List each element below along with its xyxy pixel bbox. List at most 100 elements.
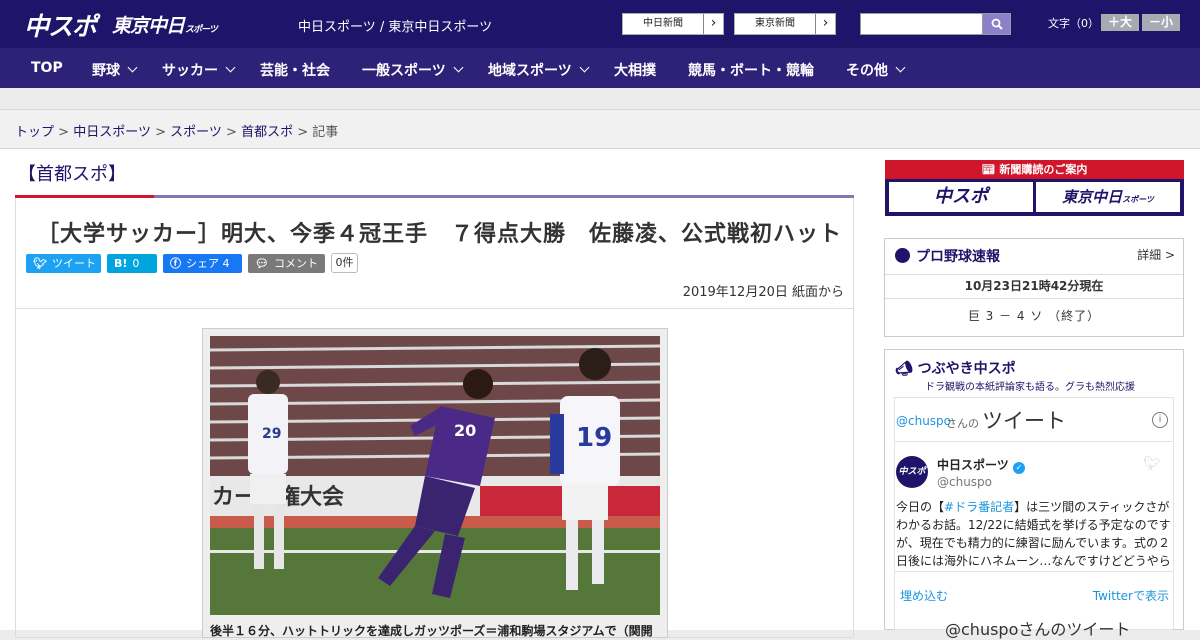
nav-item-entertainment[interactable]: 芸能・社会 — [260, 60, 330, 80]
nav-item-soccer[interactable]: サッカー — [162, 60, 236, 80]
breadcrumb-sports[interactable]: スポーツ — [170, 125, 222, 140]
avatar[interactable]: 中スポ — [896, 456, 928, 488]
breadcrumb-shuto-supo[interactable]: 首都スポ — [241, 125, 293, 140]
nav-label: 一般スポーツ — [362, 63, 446, 79]
twitter-bird-icon: 🐦︎ — [33, 257, 47, 270]
baseball-icon — [895, 248, 910, 263]
spacer-strip — [0, 88, 1200, 110]
breadcrumb-chunichi-sports[interactable]: 中日スポーツ — [73, 125, 151, 140]
ext-link-label: 中日新聞 — [643, 18, 683, 29]
breadcrumb-current: 記事 — [312, 125, 339, 140]
breadcrumb-top[interactable]: トップ — [15, 125, 54, 140]
article-headline: ［大学サッカー］明大、今季４冠王手 ７得点大勝 佐藤凌、公式戦初ハット — [37, 222, 843, 247]
promo-tokyo-small: スポーツ — [1122, 195, 1154, 204]
chuspo-logo[interactable]: 中スポ — [24, 7, 97, 43]
info-icon[interactable]: i — [1152, 412, 1168, 428]
comment-button[interactable]: 💬︎ コメント — [248, 254, 325, 273]
ext-link-label: 東京新聞 — [755, 18, 795, 29]
chevron-down-icon — [895, 62, 906, 73]
tokyo-logo-main: 東京中日 — [112, 15, 185, 37]
search-icon — [991, 18, 1003, 30]
tweet-text: 今日の【#ドラ番記者】は三ツ間のスティックさがわかるお話。12/22に結婚式を挙… — [896, 498, 1172, 569]
nav-label: 芸能・社会 — [260, 63, 330, 79]
site-links[interactable]: 中日スポーツ / 東京中日スポーツ — [298, 16, 492, 35]
facebook-share-button[interactable]: ⓕ シェア 4 — [163, 254, 242, 273]
baseball-title: プロ野球速報 — [895, 246, 1000, 266]
verified-icon: ✓ — [1012, 462, 1025, 474]
svg-text:29: 29 — [262, 426, 281, 442]
search-button[interactable] — [982, 13, 1011, 35]
hatena-bookmark-button[interactable]: B! 0 — [107, 254, 157, 273]
svg-text:20: 20 — [454, 421, 476, 440]
account-handle[interactable]: @chuspo — [937, 475, 992, 489]
facebook-icon: ⓕ — [170, 257, 181, 270]
hatena-bookmark-icon: B! — [114, 257, 128, 270]
category-title: 【首都スポ】 — [18, 164, 126, 185]
twitter-widget: @chuspo さんの ツイート i 中スポ 中日スポーツ ✓ @chuspo … — [894, 397, 1174, 639]
nav-item-sumo[interactable]: 大相撲 — [614, 60, 656, 80]
comment-label: コメント — [273, 257, 318, 270]
tokyo-logo-small: スポーツ — [185, 25, 218, 35]
site-header: 中スポ 東京中日スポーツ 中日スポーツ / 東京中日スポーツ 中日新聞 › 東京… — [0, 0, 1200, 48]
widget-suffix: さんの — [946, 417, 979, 430]
chevron-down-icon — [127, 62, 138, 73]
speech-bubble-icon: 💬︎ — [255, 257, 269, 270]
subscription-banner[interactable]: 📰︎ 新聞購読のご案内 中スポ 東京中日スポーツ — [885, 160, 1184, 216]
article-photo[interactable]: カー 権大会 29 20 19 — [202, 328, 668, 638]
tweet-text-pre: 今日の【 — [896, 500, 945, 514]
tweets-title-text: つぶやき中スポ — [917, 361, 1016, 377]
nav-item-local-sports[interactable]: 地域スポーツ — [488, 60, 590, 80]
breadcrumb-separator: > — [297, 125, 309, 140]
tokyo-shimbun-link[interactable]: 東京新聞 › — [734, 13, 836, 35]
tweets-title: 📣︎ つぶやき中スポ — [895, 358, 1016, 378]
facebook-share-label: シェア — [186, 257, 219, 270]
widget-label: ツイート — [982, 409, 1066, 433]
font-large-button[interactable]: ＋大 — [1101, 14, 1139, 31]
widget-header: @chuspo さんの ツイート i — [895, 398, 1173, 442]
baseball-score[interactable]: 巨 3 － 4 ソ （終了） — [885, 307, 1183, 324]
chunichi-shimbun-link[interactable]: 中日新聞 › — [622, 13, 724, 35]
nav-item-racing[interactable]: 競馬・ボート・競輪 — [688, 60, 814, 80]
account-name-text: 中日スポーツ — [937, 458, 1009, 472]
nav-label: その他 — [846, 63, 888, 79]
breadcrumb: トップ > 中日スポーツ > スポーツ > 首都スポ > 記事 — [0, 110, 1200, 149]
promo-tokyo-chunichi[interactable]: 東京中日スポーツ — [1036, 182, 1180, 212]
tweet-label: ツイート — [51, 257, 96, 270]
nav-item-other[interactable]: その他 — [846, 60, 906, 80]
chevron-down-icon — [453, 62, 464, 73]
tweet-button[interactable]: 🐦︎ ツイート — [26, 254, 101, 273]
embed-link[interactable]: 埋め込む — [900, 587, 948, 604]
breadcrumb-separator: > — [226, 125, 237, 140]
subscription-title-text: 新聞購読のご案内 — [999, 163, 1088, 176]
chevron-right-icon: › — [815, 14, 835, 34]
breadcrumb-separator: > — [58, 125, 70, 140]
view-on-twitter-link[interactable]: Twitterで表示 — [1093, 587, 1169, 604]
twitter-card: 📣︎ つぶやき中スポ ドラ観戦の本紙評論家も語る。グラも熱烈応援 @chuspo… — [884, 349, 1184, 639]
main-nav: TOP 野球 サッカー 芸能・社会 一般スポーツ 地域スポーツ 大相撲 競馬・ボ… — [0, 48, 1200, 88]
nav-item-general-sports[interactable]: 一般スポーツ — [362, 60, 464, 80]
baseball-more-link[interactable]: 詳細 > — [1137, 246, 1175, 263]
nav-item-top[interactable]: TOP — [31, 60, 63, 76]
chevron-down-icon — [579, 62, 590, 73]
widget-user[interactable]: @chuspo — [896, 414, 951, 428]
tokyo-chunichi-logo[interactable]: 東京中日スポーツ — [112, 11, 218, 38]
tweet-hashtag[interactable]: #ドラ番記者 — [944, 500, 1014, 514]
megaphone-icon: 📣︎ — [895, 361, 918, 377]
widget-bottom-title[interactable]: @chuspoさんのツイート — [945, 616, 1130, 640]
svg-text:19: 19 — [576, 423, 612, 453]
nav-label: TOP — [31, 60, 63, 76]
promo-chuspo[interactable]: 中スポ — [889, 182, 1033, 212]
nav-item-baseball[interactable]: 野球 — [92, 60, 138, 80]
chevron-down-icon — [225, 62, 236, 73]
baseball-scores-card: プロ野球速報 詳細 > 10月23日21時42分現在 巨 3 － 4 ソ （終了… — [884, 238, 1184, 337]
nav-label: 地域スポーツ — [488, 63, 572, 79]
nav-label: 野球 — [92, 63, 120, 79]
account-name[interactable]: 中日スポーツ ✓ — [937, 456, 1025, 474]
promo-tokyo-main: 東京中日 — [1062, 188, 1123, 206]
widget-divider — [895, 571, 1173, 572]
newspaper-icon: 📰︎ — [981, 163, 1000, 176]
article-date: 2019年12月20日 紙面から — [682, 285, 844, 300]
baseball-time: 10月23日21時42分現在 — [885, 274, 1183, 299]
search-input[interactable] — [860, 13, 983, 35]
font-small-button[interactable]: －小 — [1142, 14, 1180, 31]
